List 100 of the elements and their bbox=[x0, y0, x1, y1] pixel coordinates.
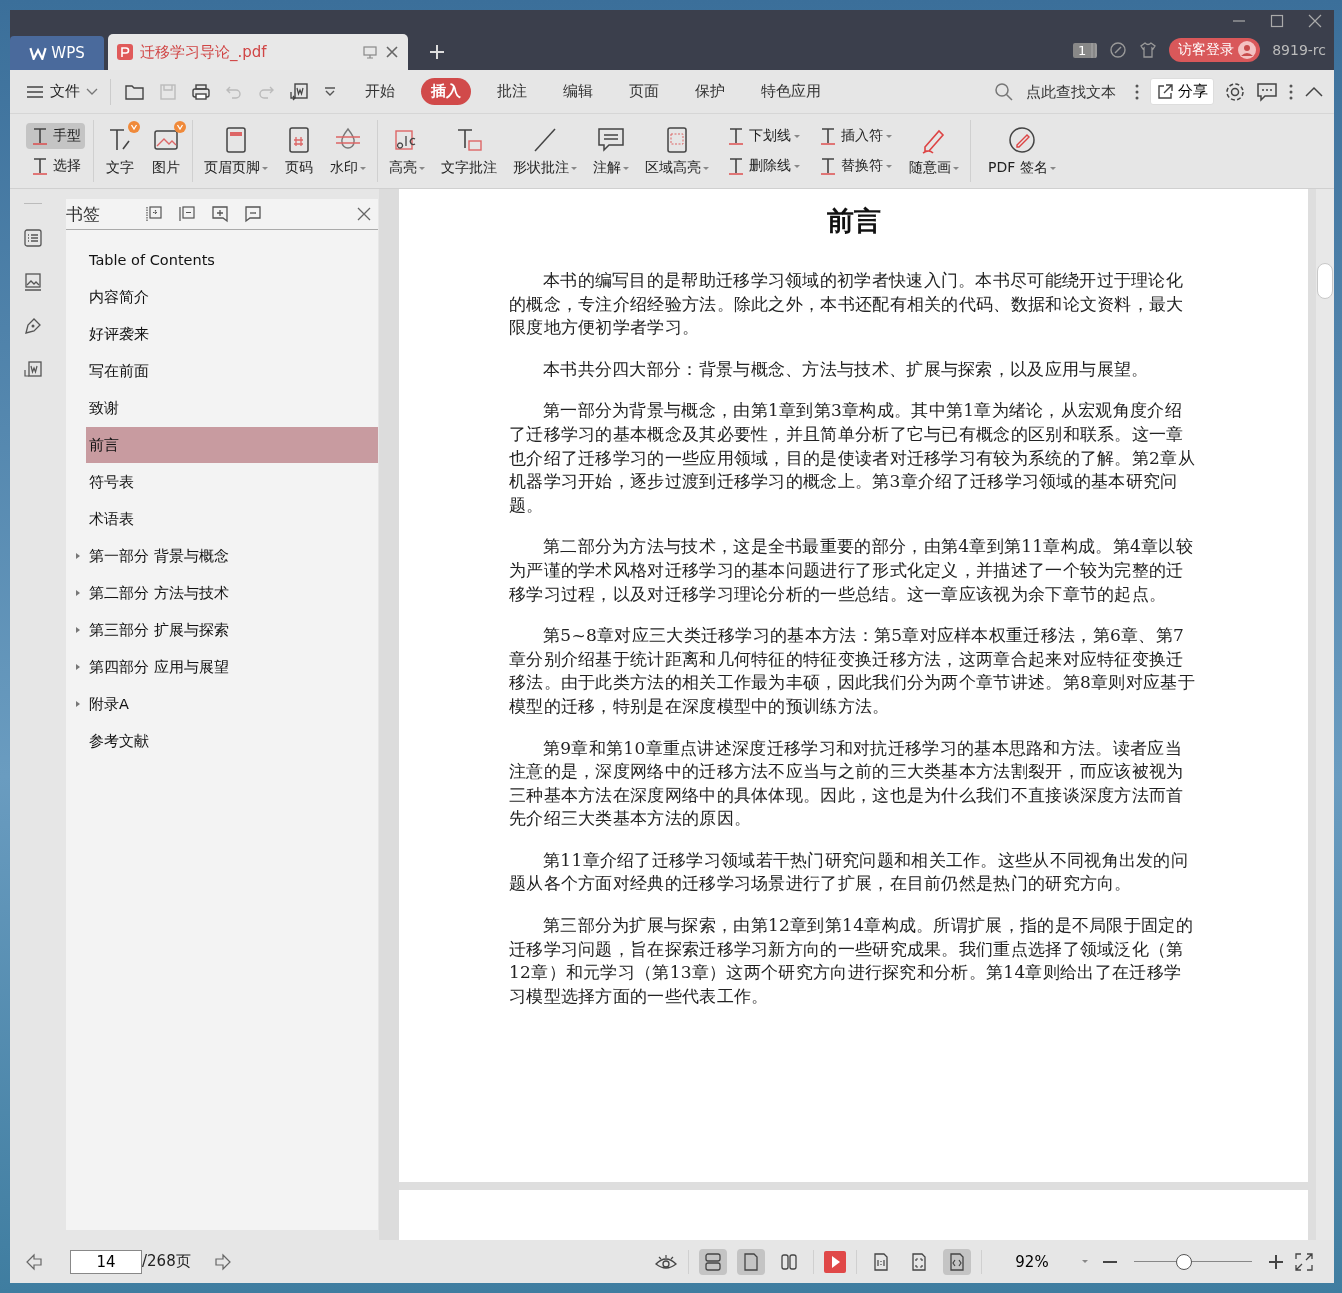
close-icon[interactable] bbox=[356, 206, 372, 222]
continuous-view-icon[interactable] bbox=[699, 1248, 727, 1275]
bookmark-item[interactable]: 致谢 bbox=[86, 390, 378, 426]
wps-tab[interactable]: WPS bbox=[10, 36, 104, 70]
fit-width-icon[interactable] bbox=[943, 1248, 971, 1275]
page-heading: 前言 bbox=[825, 204, 882, 238]
menu-tab[interactable]: 页面 bbox=[619, 78, 669, 105]
guest-login-button[interactable]: 访客登录 bbox=[1169, 38, 1261, 62]
paragraph: 第9章和第10章重点讲述深度迁移学习和对抗迁移学习的基本思路和方法。读者应当注意的是，深度网络中的迁移方法不应当与之前的三大类基本方法割裂开，而应该被视为三种基本方法在深度网络中的具体体现。因此，这也是为什么我们不直接谈深度方法而首先介绍三大类基本方法的原因。 bbox=[509, 736, 1185, 831]
caret-icon bbox=[262, 166, 268, 170]
underline-icon bbox=[726, 126, 746, 146]
toolbar-button[interactable]: 随意画 bbox=[906, 125, 962, 177]
fullscreen-icon[interactable] bbox=[1294, 1251, 1314, 1272]
bookmark-item[interactable]: 写在前面 bbox=[86, 353, 378, 389]
search-icon[interactable] bbox=[994, 81, 1014, 102]
add-bookmark-icon[interactable] bbox=[211, 205, 229, 223]
toolbar-button[interactable]: 高亮 bbox=[386, 125, 428, 177]
menu-tab[interactable]: 保护 bbox=[685, 78, 735, 105]
bookmark-item[interactable]: 内容简介 bbox=[86, 279, 378, 315]
menu-tab[interactable]: 特色应用 bbox=[751, 78, 831, 105]
toolbar-button[interactable]: 形状批注 bbox=[510, 125, 580, 177]
collapse-all-icon[interactable] bbox=[178, 205, 196, 223]
toolbar-button[interactable]: 水印 bbox=[327, 125, 369, 177]
expand-arrow-icon[interactable] bbox=[76, 553, 80, 559]
bookmark-item[interactable]: 第一部分 背景与概念 bbox=[86, 538, 378, 574]
toolbar-button[interactable]: 手型 bbox=[26, 123, 85, 149]
close-icon[interactable] bbox=[384, 44, 400, 60]
menu-tab[interactable]: 插入 bbox=[421, 78, 471, 105]
folder-icon[interactable] bbox=[125, 82, 145, 101]
bookmark-item[interactable]: 第四部分 应用与展望 bbox=[86, 649, 378, 685]
picture-icon[interactable] bbox=[22, 272, 43, 292]
file-menu[interactable]: 文件 bbox=[26, 82, 98, 101]
paragraph: 第5~8章对应三大类迁移学习的基本方法：第5章对应样本权重迁移法，第6章、第7章分别介绍基于统计距离和几何特征的特征变换迁移方法，这两章合起来对应特征变换迁移法。由于此类方法的相关工作最为丰硕，因此我们分为两个章节讲述。第8章则对应基于模型的迁移，特别是在深度模型中的预训练方法。 bbox=[509, 624, 1196, 718]
caret-icon[interactable] bbox=[1082, 1260, 1088, 1263]
convert-icon[interactable] bbox=[22, 360, 43, 380]
dropdown-icon[interactable] bbox=[323, 85, 337, 98]
close-icon[interactable] bbox=[1308, 14, 1322, 28]
toolbar-button[interactable]: 文字 bbox=[102, 125, 138, 177]
bookmark-item[interactable]: 术语表 bbox=[86, 501, 378, 537]
menu-tab[interactable]: 开始 bbox=[355, 78, 405, 105]
expand-arrow-icon[interactable] bbox=[76, 590, 80, 596]
settings-icon[interactable] bbox=[1224, 80, 1246, 103]
toolbar-button[interactable]: PDF 签名 bbox=[985, 125, 1059, 177]
window-count-badge[interactable]: 1 bbox=[1072, 42, 1098, 58]
bookmark-item[interactable]: Table of Contents bbox=[86, 242, 378, 278]
bookmark-item[interactable]: 第二部分 方法与技术 bbox=[86, 575, 378, 611]
expand-arrow-icon[interactable] bbox=[76, 664, 80, 670]
zoom-slider-thumb[interactable] bbox=[1175, 1253, 1192, 1270]
toolbar-button[interactable]: 插入符 bbox=[814, 123, 896, 149]
zoom-level[interactable]: 92% bbox=[992, 1252, 1072, 1271]
remove-bookmark-icon[interactable] bbox=[244, 205, 262, 223]
expand-all-icon[interactable] bbox=[145, 205, 163, 223]
print-icon[interactable] bbox=[191, 82, 211, 101]
maximize-icon[interactable] bbox=[1270, 14, 1284, 28]
list-icon[interactable] bbox=[22, 228, 43, 248]
page-number-field[interactable]: 14 bbox=[70, 1249, 142, 1274]
search-field[interactable]: 点此查找文本 bbox=[1024, 81, 1124, 102]
share-button[interactable]: 分享 bbox=[1150, 78, 1214, 105]
toolbar-button[interactable]: 页眉页脚 bbox=[201, 125, 271, 177]
new-tab-icon[interactable] bbox=[428, 43, 446, 61]
toolbar-button[interactable]: 删除线 bbox=[722, 153, 804, 179]
monitor-icon[interactable] bbox=[362, 44, 378, 60]
new-badge-icon bbox=[128, 121, 140, 133]
expand-arrow-icon[interactable] bbox=[76, 701, 80, 707]
bookmark-item[interactable]: 参考文献 bbox=[86, 723, 378, 759]
toolbar-button[interactable]: 页码 bbox=[281, 125, 317, 177]
document-tab-title: 迁移学习导论_.pdf bbox=[140, 42, 268, 62]
share-icon bbox=[1156, 82, 1174, 101]
document-tab[interactable]: 迁移学习导论_.pdf bbox=[108, 34, 408, 70]
toolbar-button[interactable]: 文字批注 bbox=[438, 125, 500, 177]
toolbar-button[interactable]: 下划线 bbox=[722, 123, 804, 149]
expand-arrow-icon[interactable] bbox=[76, 627, 80, 633]
collapse-icon[interactable] bbox=[1304, 85, 1324, 98]
menu-tab[interactable]: 批注 bbox=[487, 78, 537, 105]
toolbar-button[interactable]: 图片 bbox=[148, 125, 184, 177]
more-icon[interactable] bbox=[1288, 82, 1294, 101]
bookmark-item[interactable]: 好评袭来 bbox=[86, 316, 378, 352]
zoom-in-icon[interactable] bbox=[1268, 1253, 1284, 1270]
next-page-icon[interactable] bbox=[212, 1251, 233, 1272]
version-label: 8919-rc bbox=[1272, 42, 1326, 58]
single-page-icon[interactable] bbox=[737, 1248, 765, 1275]
toolbar-button[interactable]: 区域高亮 bbox=[642, 125, 712, 177]
more-icon[interactable] bbox=[1134, 82, 1140, 101]
bookmark-item[interactable]: 符号表 bbox=[86, 464, 378, 500]
export-icon[interactable] bbox=[289, 81, 309, 102]
menu-tab[interactable]: 编辑 bbox=[553, 78, 603, 105]
paragraph: 第二部分为方法与技术，这是全书最重要的部分，由第4章到第11章构成。第4章以较为严谨的学术风格对迁移学习的基本问题进行了形式化定义，并描述了一个较为完整的迁移学习过程，以及对迁移学习理论分析的一些总结。这一章应该视为余下章节的起点。 bbox=[509, 535, 1194, 606]
vertical-scrollbar[interactable] bbox=[1316, 189, 1334, 1240]
toolbar-button[interactable]: 选择 bbox=[26, 153, 85, 179]
bookmark-item[interactable]: 第三部分 扩展与探索 bbox=[86, 612, 378, 648]
toolbar-button[interactable]: 注解 bbox=[590, 125, 632, 177]
bookmark-item[interactable]: 前言 bbox=[86, 427, 378, 463]
previous-page-icon[interactable] bbox=[24, 1251, 44, 1272]
shirt-icon[interactable] bbox=[1139, 41, 1158, 59]
page-total: /268页 bbox=[142, 1252, 191, 1271]
bookmark-item[interactable]: 附录A bbox=[86, 686, 378, 722]
pen-nib-icon[interactable] bbox=[22, 316, 43, 336]
play-icon[interactable] bbox=[824, 1250, 846, 1273]
chat-icon[interactable] bbox=[1256, 81, 1278, 102]
toolbar-button[interactable]: 替换符 bbox=[814, 153, 896, 179]
